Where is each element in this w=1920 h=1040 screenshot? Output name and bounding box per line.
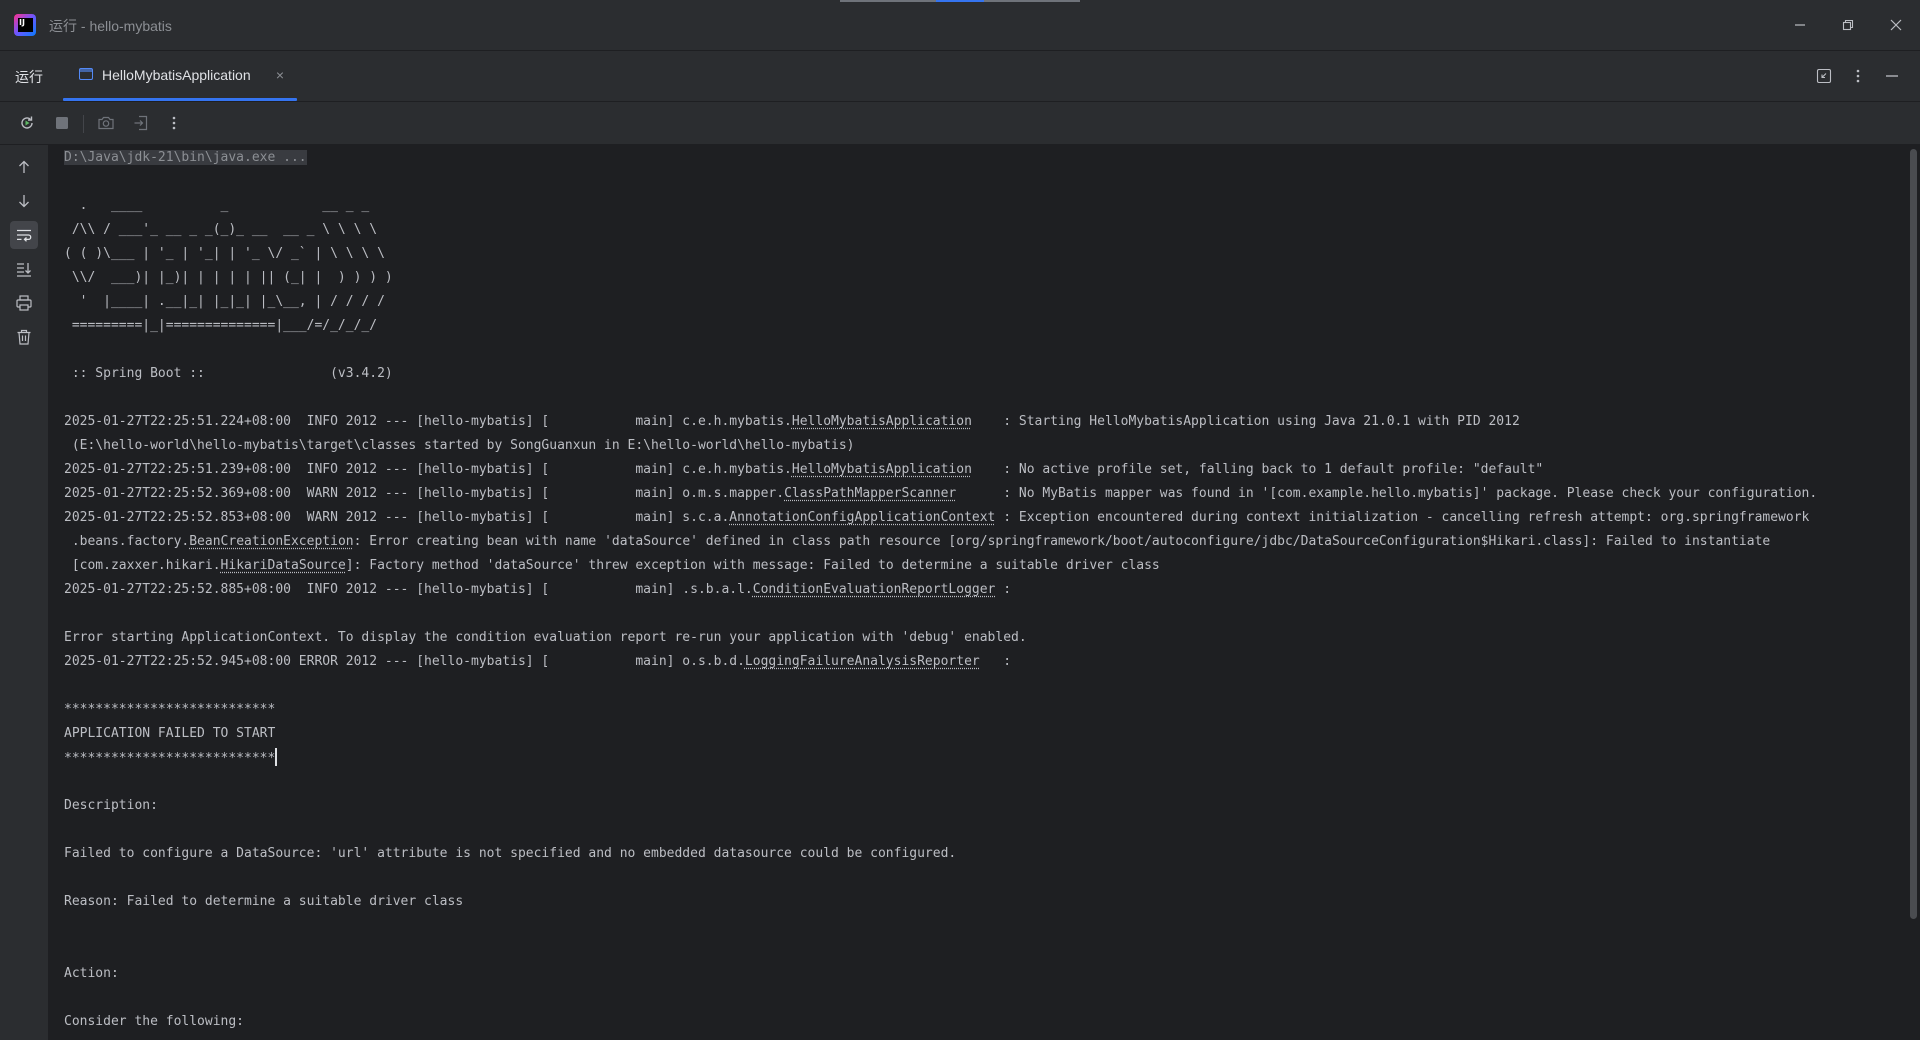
run-tool-window-header: 运行 HelloMybatisApplication × [0,51,1920,102]
log-line: (E:\hello-world\hello-mybatis\target\cla… [64,438,855,453]
more-vertical-icon[interactable] [162,111,186,135]
banner-line: \\/ ___)| |_)| | | | | || (_| | ) ) ) ) [64,270,393,285]
trash-icon[interactable] [10,323,38,351]
scrollbar-thumb[interactable] [1910,149,1917,919]
restore-icon[interactable] [1831,8,1865,42]
intellij-logo-icon[interactable]: IJ [14,14,36,36]
soft-wrap-icon[interactable] [10,221,38,249]
arrow-down-icon[interactable] [10,187,38,215]
window-title: 运行 - hello-mybatis [49,18,172,34]
banner-line: ' |____| .__|_| |_|_| |_\__, | / / / / [64,294,385,309]
more-options-icon[interactable] [1846,64,1870,88]
logo-text: IJ [18,18,33,32]
reason-text: Reason: Failed to determine a suitable d… [64,894,464,909]
class-link[interactable]: AnnotationConfigApplicationContext [729,510,995,525]
log-line: .beans.factory.BeanCreationException: Er… [64,534,1771,549]
vertical-scrollbar[interactable] [1908,145,1920,1040]
class-link[interactable]: LoggingFailureAnalysisReporter [745,654,980,669]
class-link[interactable]: BeanCreationException [189,534,353,549]
log-line: 2025-01-27T22:25:52.853+08:00 WARN 2012 … [64,510,1810,525]
hide-panel-icon[interactable] [1880,64,1904,88]
run-config-icon [79,68,93,80]
class-link[interactable]: HikariDataSource [221,558,346,573]
log-line: [com.zaxxer.hikari.HikariDataSource]: Fa… [64,558,1160,573]
run-toolbar [0,102,1920,145]
stars-line: *************************** [64,748,278,768]
rerun-icon[interactable] [15,111,39,135]
banner-line: /\\ / ___'_ __ _ _(_)_ __ __ _ \ \ \ \ [64,222,378,237]
class-link[interactable]: HelloMybatisApplication [792,462,972,477]
log-line: 2025-01-27T22:25:52.885+08:00 INFO 2012 … [64,582,1012,597]
arrow-up-icon[interactable] [10,153,38,181]
consider-text: Consider the following: [64,1014,245,1029]
tab-hello-mybatis-application[interactable]: HelloMybatisApplication × [63,51,297,101]
print-icon[interactable] [10,289,38,317]
class-link[interactable]: HelloMybatisApplication [792,414,972,429]
toolbar-separator [83,115,84,133]
camera-icon[interactable] [94,111,118,135]
log-line: 2025-01-27T22:25:52.945+08:00 ERROR 2012… [64,654,1012,669]
console-output[interactable]: D:\Java\jdk-21\bin\java.exe ... . ____ _… [49,145,1908,1040]
banner-line: =========|_|==============|___/=/_/_/_/ [64,318,378,333]
scroll-to-end-icon[interactable] [10,255,38,283]
failed-to-start: APPLICATION FAILED TO START [64,726,276,741]
log-line: 2025-01-27T22:25:52.369+08:00 WARN 2012 … [64,486,1818,501]
description-label: Description: [64,798,158,813]
spring-boot-version: :: Spring Boot :: (v3.4.2) [64,366,393,381]
console-side-toolbar [0,145,49,1040]
active-tab-indicator [63,98,297,101]
expand-panel-icon[interactable] [1812,64,1836,88]
tool-window-label: 运行 [15,69,43,85]
banner-line: . ____ _ __ _ _ [64,198,370,213]
stop-icon[interactable] [50,111,74,135]
close-icon[interactable] [1879,8,1913,42]
banner-line: ( ( )\___ | '_ | '_| | '_ \/ _` | \ \ \ … [64,246,385,261]
stars-line: *************************** [64,702,276,717]
text-caret [275,748,278,766]
tab-close-icon[interactable]: × [271,66,289,84]
action-label: Action: [64,966,119,981]
log-line: 2025-01-27T22:25:51.239+08:00 INFO 2012 … [64,462,1544,477]
minimize-icon[interactable] [1783,8,1817,42]
title-bar: IJ 运行 - hello-mybatis [0,0,1920,51]
log-line: 2025-01-27T22:25:51.224+08:00 INFO 2012 … [64,414,1520,429]
class-link[interactable]: ConditionEvaluationReportLogger [753,582,996,597]
description-text: Failed to configure a DataSource: 'url' … [64,846,957,861]
class-link[interactable]: ClassPathMapperScanner [784,486,956,501]
tab-label: HelloMybatisApplication [102,67,251,83]
progress-indicator [840,0,1080,2]
export-icon[interactable] [129,111,153,135]
error-context-line: Error starting ApplicationContext. To di… [64,630,1027,645]
command-line[interactable]: D:\Java\jdk-21\bin\java.exe ... [64,150,307,165]
